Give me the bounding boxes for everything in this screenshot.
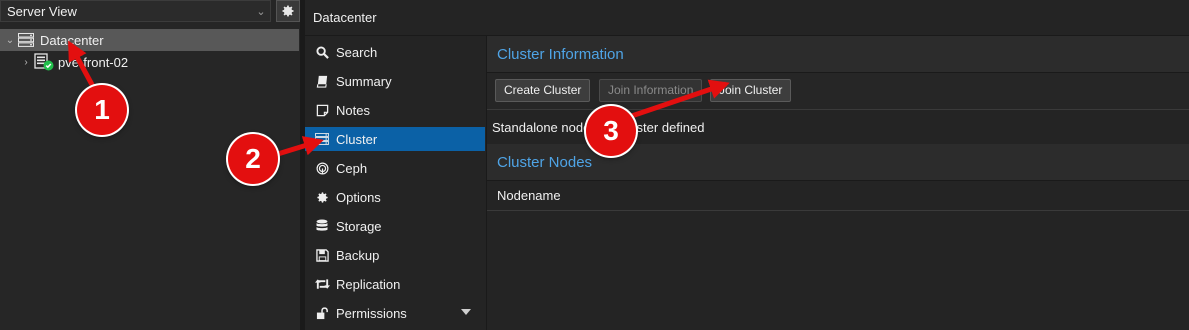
chevron-down-icon: ⌄ xyxy=(256,5,266,18)
chevron-down-icon[interactable]: ⌄ xyxy=(3,35,17,46)
book-icon xyxy=(316,75,327,88)
nav-item-label: Summary xyxy=(336,73,392,89)
retweet-icon xyxy=(314,279,330,289)
nav-item-label: Replication xyxy=(336,276,401,292)
view-selector[interactable]: Server View ⌄ xyxy=(0,0,271,22)
nav-item-label: Storage xyxy=(336,218,382,234)
tree-item-node[interactable]: › pve-front-02 xyxy=(0,51,299,73)
database-icon xyxy=(316,219,328,231)
ceph-icon xyxy=(316,162,328,174)
gear-icon xyxy=(282,5,294,17)
tree-item-label: pve-front-02 xyxy=(58,54,129,70)
join-cluster-button[interactable]: Join Cluster xyxy=(710,79,792,102)
nav-item-label: Search xyxy=(336,44,378,60)
cluster-toolbar: Create Cluster Join Information Join Clu… xyxy=(487,73,1189,110)
nav-item-replication[interactable]: Replication xyxy=(305,272,485,296)
annotation-badge-2: 2 xyxy=(228,134,278,184)
section-title: Cluster Nodes xyxy=(497,154,593,171)
create-cluster-button[interactable]: Create Cluster xyxy=(495,79,591,102)
join-information-button[interactable]: Join Information xyxy=(599,79,703,102)
expand-caret-icon[interactable] xyxy=(461,309,471,315)
nav-item-search[interactable]: Search xyxy=(305,40,485,64)
page-title: Datacenter xyxy=(313,10,377,25)
nav-item-label: Ceph xyxy=(336,160,368,176)
chevron-right-icon[interactable]: › xyxy=(19,57,33,68)
nav-item-permissions[interactable]: Permissions xyxy=(305,301,485,325)
server-online-icon xyxy=(34,53,54,71)
annotation-badge-3: 3 xyxy=(586,106,636,156)
nav-item-label: Permissions xyxy=(336,305,407,321)
nav-item-options[interactable]: Options xyxy=(305,185,485,209)
annotation-badge-1: 1 xyxy=(77,85,127,135)
section-title: Cluster Information xyxy=(497,46,624,63)
nav-item-label: Backup xyxy=(336,247,380,263)
gear-icon xyxy=(316,191,328,203)
cluster-content-panel: Cluster Information Create Cluster Join … xyxy=(486,36,1189,330)
cluster-nodes-grid-header: Nodename xyxy=(487,181,1189,211)
nav-item-notes[interactable]: Notes xyxy=(305,98,485,122)
column-header-nodename[interactable]: Nodename xyxy=(497,188,561,203)
cluster-nodes-header: Cluster Nodes xyxy=(487,144,1189,181)
floppy-icon xyxy=(315,248,329,262)
tree-item-datacenter[interactable]: ⌄ Datacenter xyxy=(0,29,299,51)
nav-item-label: Options xyxy=(336,189,381,205)
nav-item-storage[interactable]: Storage xyxy=(305,214,485,238)
content-header: Datacenter xyxy=(305,0,1189,36)
nav-item-backup[interactable]: Backup xyxy=(305,243,485,267)
tree-item-label: Datacenter xyxy=(40,32,104,48)
view-selector-label: Server View xyxy=(7,3,77,19)
nav-item-ceph[interactable]: Ceph xyxy=(305,156,485,180)
cluster-icon xyxy=(315,133,329,145)
tree-settings-button[interactable] xyxy=(276,0,300,22)
nav-item-label: Notes xyxy=(336,102,370,118)
datacenter-icon xyxy=(18,33,34,47)
notes-icon xyxy=(316,104,328,116)
nav-item-cluster[interactable]: Cluster xyxy=(305,127,485,151)
nav-item-summary[interactable]: Summary xyxy=(305,69,485,93)
unlock-icon xyxy=(316,306,328,319)
datacenter-nav-menu: Search Summary Notes Cluster Ceph Option… xyxy=(305,36,485,330)
cluster-information-header: Cluster Information xyxy=(487,36,1189,73)
nav-item-label: Cluster xyxy=(336,131,378,147)
search-icon xyxy=(315,45,329,59)
